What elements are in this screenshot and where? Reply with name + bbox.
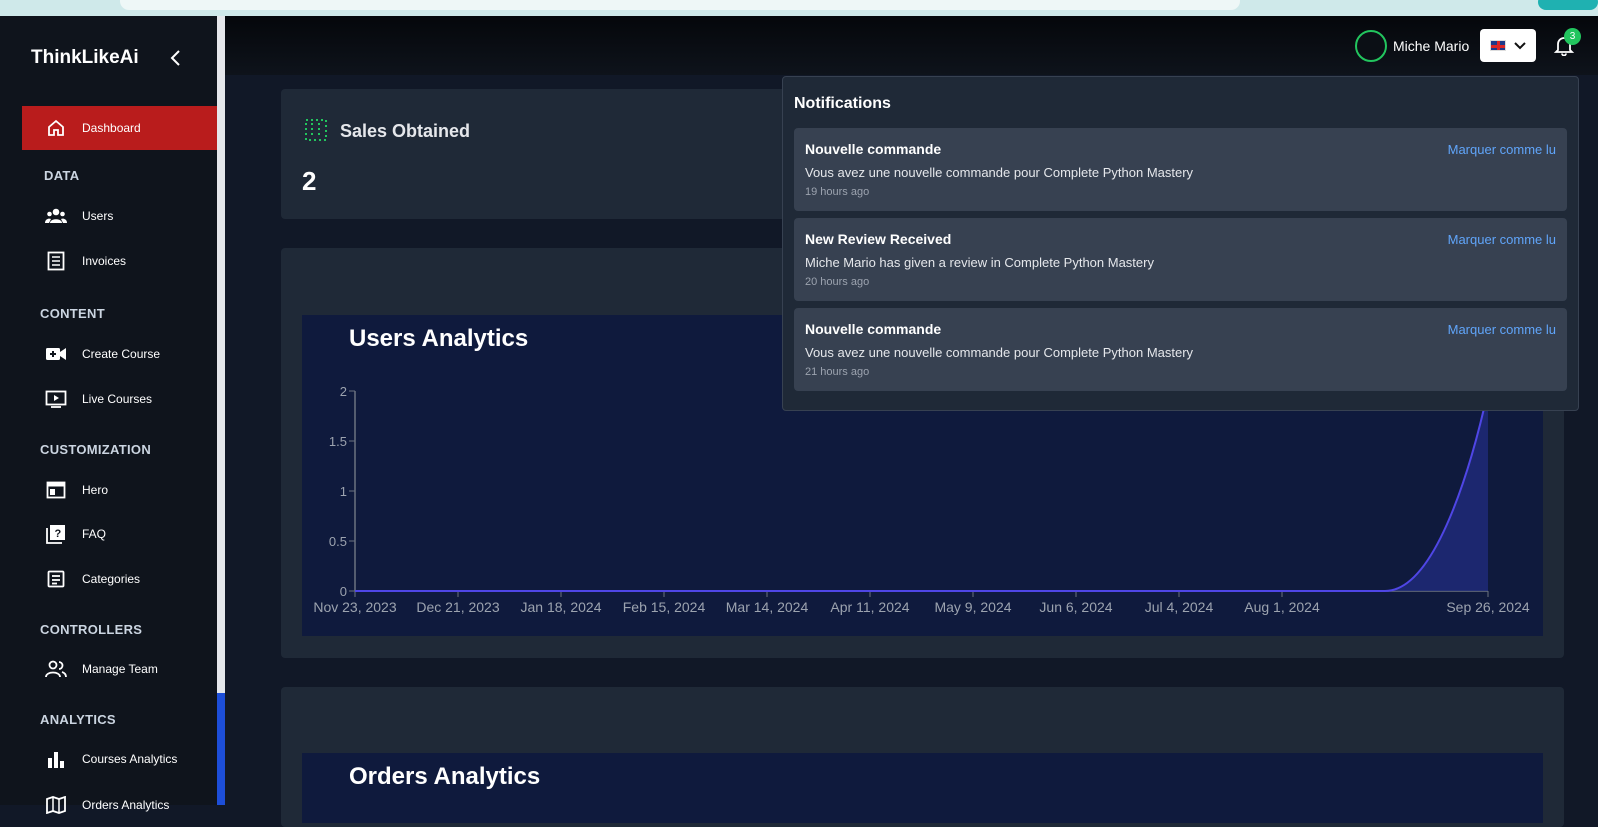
sidebar-item-users[interactable]: Users (22, 194, 217, 238)
sidebar-item-label: Courses Analytics (82, 752, 178, 766)
user-name[interactable]: Miche Mario (1393, 38, 1469, 54)
faq-icon: ? (44, 522, 68, 546)
sales-grid-icon (305, 119, 327, 141)
sidebar-item-faq[interactable]: ? FAQ (22, 512, 217, 556)
mark-as-read-button[interactable]: Marquer comme lu (1448, 232, 1556, 247)
language-select[interactable] (1480, 29, 1536, 62)
sidebar-section-customization: CUSTOMIZATION (40, 442, 152, 457)
sidebar-item-label: FAQ (82, 527, 107, 541)
series-line (355, 390, 1489, 592)
y-tick-label: 0.5 (329, 534, 347, 549)
sidebar-section-content: CONTENT (40, 306, 105, 321)
x-tick-label: Aug 1, 2024 (1244, 599, 1320, 615)
y-tick-label: 0 (340, 584, 347, 599)
sidebar-item-live-courses[interactable]: Live Courses (22, 377, 217, 421)
sales-title: Sales Obtained (340, 121, 471, 141)
sidebar-item-label: Manage Team (82, 662, 158, 676)
sidebar-scrollbar[interactable] (217, 16, 225, 805)
play-screen-icon (44, 387, 68, 411)
chart-series (355, 390, 1489, 592)
map-icon (44, 793, 68, 817)
y-tick-label: 2 (340, 384, 347, 399)
notification-item: Nouvelle commande Vous avez une nouvelle… (794, 128, 1567, 211)
sidebar-item-label: Live Courses (82, 392, 153, 406)
avatar[interactable] (1355, 30, 1387, 62)
x-tick-label: Mar 14, 2024 (726, 599, 809, 615)
x-tick-label: Dec 21, 2023 (416, 599, 499, 615)
notification-title: New Review Received (805, 231, 952, 247)
brand-logo[interactable]: ThinkLikeAi (31, 47, 139, 69)
invoice-icon (44, 249, 68, 273)
svg-text:?: ? (55, 528, 62, 540)
sidebar-section-controllers: CONTROLLERS (40, 622, 143, 637)
notification-body: Vous avez une nouvelle commande pour Com… (805, 345, 1194, 360)
sidebar-item-label: Dashboard (82, 121, 141, 135)
sidebar-item-hero[interactable]: Hero (22, 468, 217, 512)
video-add-icon (44, 342, 68, 366)
sidebar-item-label: Hero (82, 483, 109, 497)
collapse-sidebar-button[interactable] (166, 48, 186, 68)
x-tick-label: Jan 18, 2024 (521, 599, 602, 615)
notification-title: Nouvelle commande (805, 321, 942, 337)
x-axis: Nov 23, 2023 Dec 21, 2023 Jan 18, 2024 Feb … (313, 590, 1530, 615)
x-tick-label: Jun 6, 2024 (1039, 599, 1112, 615)
team-icon (44, 657, 68, 681)
y-axis: 0 0.5 1 1.5 2 (329, 384, 356, 599)
notification-time: 20 hours ago (805, 276, 870, 288)
notification-item: New Review Received Miche Mario has give… (794, 218, 1567, 301)
sales-value: 2 (302, 166, 317, 196)
browser-action-button[interactable] (1538, 0, 1598, 10)
notification-count-badge: 3 (1564, 28, 1581, 45)
x-tick-label: Sep 26, 2024 (1446, 599, 1530, 615)
sidebar-item-label: Categories (82, 572, 141, 586)
home-icon (44, 116, 68, 140)
y-tick-label: 1 (340, 484, 347, 499)
sidebar-section-data: DATA (44, 168, 80, 183)
sidebar-item-label: Users (82, 209, 114, 223)
sidebar-item-label: Invoices (82, 254, 127, 268)
sidebar-section-analytics: ANALYTICS (40, 712, 116, 727)
sidebar-item-invoices[interactable]: Invoices (22, 239, 217, 283)
notification-time: 21 hours ago (805, 366, 870, 378)
mark-as-read-button[interactable]: Marquer comme lu (1448, 322, 1556, 337)
x-tick-label: Nov 23, 2023 (313, 599, 396, 615)
notification-title: Nouvelle commande (805, 141, 942, 157)
mark-as-read-button[interactable]: Marquer comme lu (1448, 142, 1556, 157)
uk-flag-icon (1490, 40, 1506, 51)
notification-item: Nouvelle commande Vous avez une nouvelle… (794, 308, 1567, 391)
notification-time: 19 hours ago (805, 186, 870, 198)
sidebar-item-manage-team[interactable]: Manage Team (22, 647, 217, 691)
x-tick-label: Feb 15, 2024 (623, 599, 706, 615)
y-tick-label: 1.5 (329, 434, 347, 449)
browser-url-bar[interactable] (120, 0, 1240, 10)
x-tick-label: Apr 11, 2024 (830, 599, 909, 615)
users-icon (44, 204, 68, 228)
chevron-left-icon (170, 50, 180, 66)
x-tick-label: May 9, 2024 (934, 599, 1011, 615)
notifications-title: Notifications (794, 95, 891, 112)
sidebar-item-courses-analytics[interactable]: Courses Analytics (22, 737, 217, 781)
notification-body: Vous avez une nouvelle commande pour Com… (805, 165, 1194, 180)
sidebar-item-dashboard[interactable]: Dashboard (22, 106, 217, 150)
notifications-panel: Notifications Nouvelle commande Vous ave… (782, 76, 1579, 411)
sidebar-item-label: Create Course (82, 347, 161, 361)
series-area (355, 391, 1488, 591)
bar-chart-icon (44, 747, 68, 771)
category-icon (44, 567, 68, 591)
web-layout-icon (44, 478, 68, 502)
sidebar-item-label: Orders Analytics (82, 798, 170, 812)
sidebar-item-categories[interactable]: Categories (22, 557, 217, 601)
x-tick-label: Jul 4, 2024 (1145, 599, 1214, 615)
sidebar-item-orders-analytics[interactable]: Orders Analytics (22, 783, 217, 827)
chevron-down-icon (1514, 41, 1526, 49)
notification-body: Miche Mario has given a review in Comple… (805, 255, 1154, 270)
sidebar-item-create-course[interactable]: Create Course (22, 332, 217, 376)
orders-chart-title: Orders Analytics (349, 763, 541, 790)
sidebar-scrollbar-thumb[interactable] (217, 693, 225, 805)
